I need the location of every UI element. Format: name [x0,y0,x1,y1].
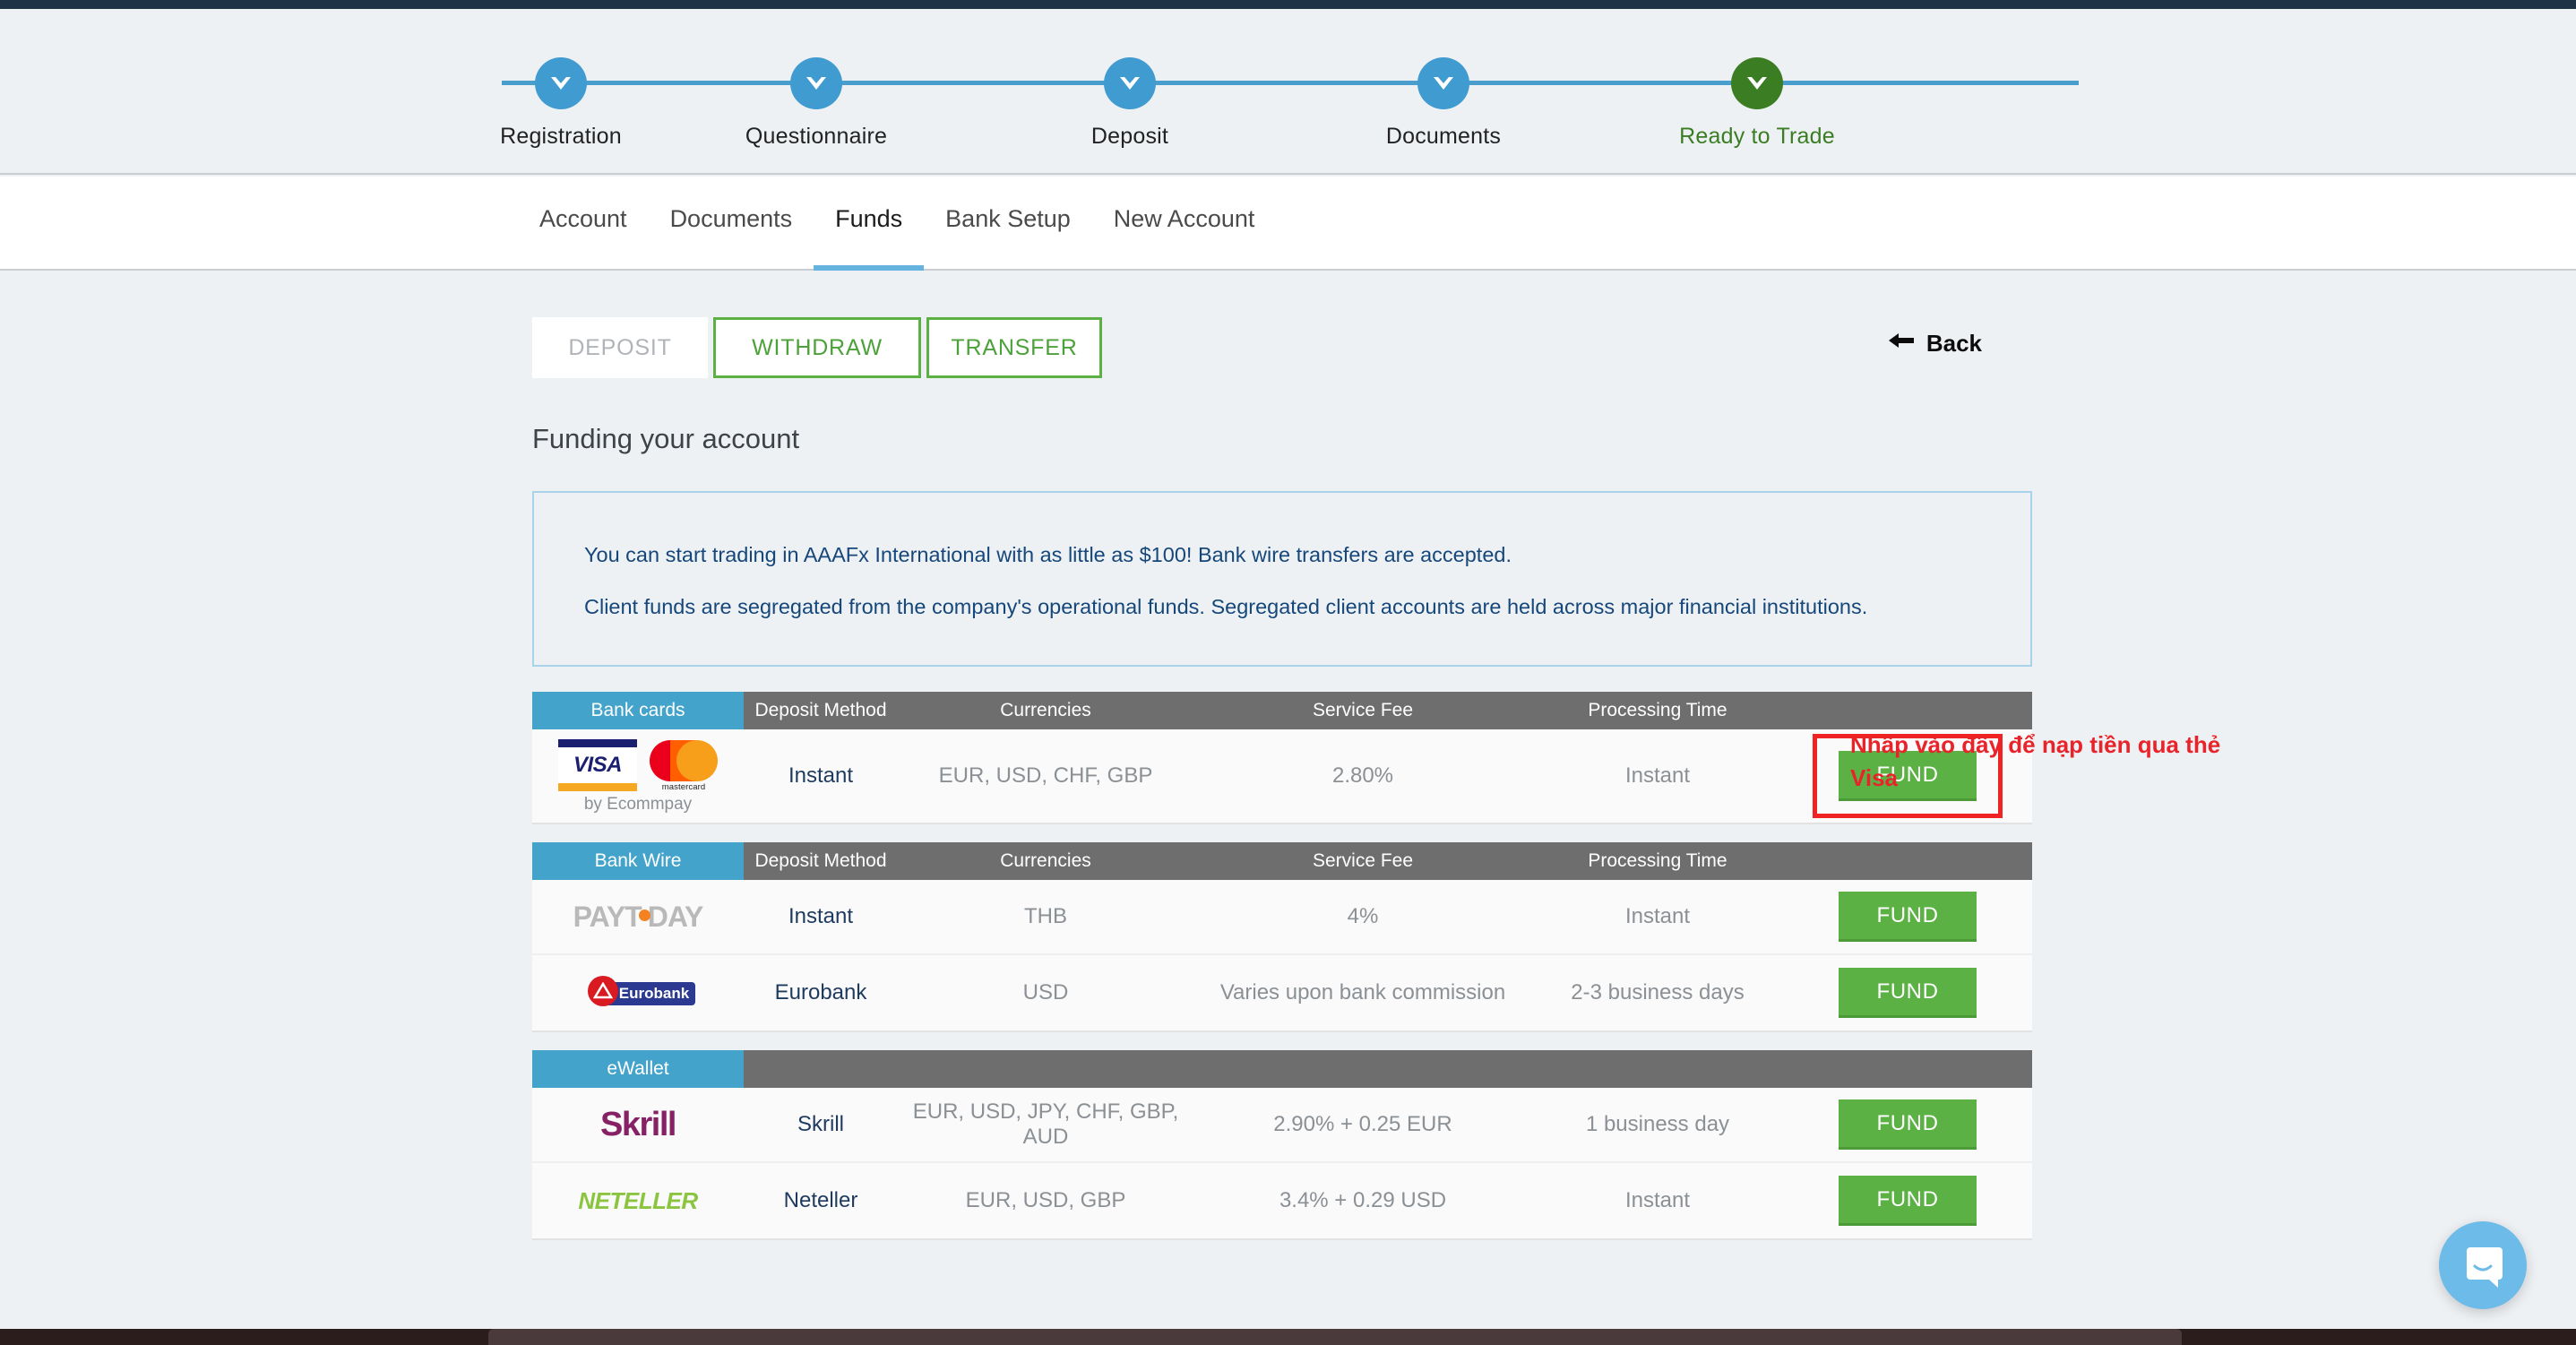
check-icon [790,57,842,109]
stepper-step-label: Questionnaire [745,124,888,149]
stepper-step-ready-to-trade[interactable]: Ready to Trade [1676,57,1838,150]
cell-deposit-method: Eurobank [774,980,867,1004]
info-line: You can start trading in AAAFx Internati… [584,543,1512,566]
visa-mastercard-ecommpay-logo: VISA mastercard by Ecommpay [532,732,744,820]
cell-service-fee: 3.4% + 0.29 USD [1279,1188,1447,1212]
cell-processing-time: Instant [1624,1188,1691,1212]
transfer-tab-button[interactable]: TRANSFER [926,317,1102,378]
stepper-step-questionnaire[interactable]: Questionnaire [736,57,897,150]
fund-button-skrill[interactable]: FUND [1839,1099,1977,1150]
funds-mode-segmented-control: DEPOSIT WITHDRAW TRANSFER [532,317,2032,378]
cell-deposit-method: Skrill [797,1112,844,1136]
fund-button-paytoday[interactable]: FUND [1839,892,1977,942]
back-button-label: Back [1926,330,1982,357]
check-icon [1731,57,1783,109]
eurobank-logo: Eurobank [532,974,744,1012]
chat-launcher-button[interactable] [2439,1221,2527,1309]
payment-table-bank-cards: Bank cards Deposit Method Currencies Ser… [532,692,2032,824]
page-title: Funding your account [532,423,800,454]
tab-bank-setup[interactable]: Bank Setup [924,177,1092,271]
payment-table-bank-wire: Bank Wire Deposit Method Currencies Serv… [532,842,2032,1032]
fund-button-eurobank[interactable]: FUND [1839,968,1977,1018]
table-category-label: Bank Wire [532,842,744,880]
stepper-step-label: Registration [500,124,622,149]
paytoday-wordmark: PAYT DAY [573,900,704,933]
column-header-deposit-method: Deposit Method [754,700,887,720]
cell-service-fee: 2.80% [1331,763,1394,788]
neteller-wordmark: NETELLER [578,1186,698,1214]
cell-service-fee: Varies upon bank commission [1219,980,1506,1004]
back-button[interactable]: Back [1887,330,1982,358]
table-row: VISA mastercard by Ecommpay Instant EUR,… [532,729,2032,823]
table-category-label: Bank cards [532,692,744,729]
table-header-row: Bank Wire Deposit Method Currencies Serv… [532,842,2032,880]
tab-new-account[interactable]: New Account [1092,177,1277,271]
cell-currencies: EUR, USD, CHF, GBP [938,763,1153,788]
column-header-deposit-method: Deposit Method [754,850,887,871]
cell-processing-time: 2-3 business days [1571,980,1745,1004]
table-row: NETELLER Neteller EUR, USD, GBP 3.4% + 0… [532,1163,2032,1238]
stepper-step-label: Ready to Trade [1679,124,1835,149]
chat-bubble-icon [2467,1247,2503,1288]
stepper-step-deposit[interactable]: Deposit [1049,57,1210,150]
column-header-currencies: Currencies [1000,700,1091,720]
cell-currencies: USD [1022,980,1069,1004]
column-header-processing-time: Processing Time [1588,700,1727,720]
section-tabs: Account Documents Funds Bank Setup New A… [0,177,2576,271]
visa-icon: VISA [558,739,637,791]
tab-account[interactable]: Account [518,177,649,271]
cell-currencies: EUR, USD, JPY, CHF, GBP, AUD [912,1099,1179,1149]
fund-button-neteller[interactable]: FUND [1839,1176,1977,1226]
stepper-step-label: Deposit [1090,124,1169,149]
neteller-logo: NETELLER [532,1187,744,1215]
skrill-logo: Skrill [532,1106,744,1144]
table-row: Eurobank Eurobank USD Varies upon bank c… [532,955,2032,1030]
check-icon [1417,57,1469,109]
column-header-service-fee: Service Fee [1312,700,1414,720]
eurobank-mark-icon [588,976,618,1006]
stepper-step-registration[interactable]: Registration [480,57,642,150]
cell-service-fee: 2.90% + 0.25 EUR [1273,1112,1452,1136]
table-row: Skrill Skrill EUR, USD, JPY, CHF, GBP, A… [532,1088,2032,1163]
table-category-label: eWallet [532,1050,744,1088]
withdraw-tab-button[interactable]: WITHDRAW [713,317,921,378]
cell-currencies: THB [1024,904,1067,928]
stepper-step-documents[interactable]: Documents [1363,57,1524,150]
paytoday-logo: PAYT DAY [532,901,744,934]
onboarding-stepper: Registration Questionnaire Deposit Docum… [0,9,2576,175]
table-row: PAYT DAY Instant THB 4% Instant FUND [532,880,2032,955]
cell-deposit-method: Instant [788,904,854,928]
browser-top-strip [0,0,2576,9]
stepper-step-label: Documents [1385,124,1502,149]
cell-processing-time: Instant [1624,763,1691,788]
annotation-note: Nhấp vào đây để nạp tiền qua thẻ Visa [1850,731,2221,791]
browser-bottom-strip [0,1329,2576,1345]
tab-funds[interactable]: Funds [814,177,925,271]
info-line: Client funds are segregated from the com… [584,595,1868,618]
deposit-tab-button[interactable]: DEPOSIT [532,317,708,378]
column-header-service-fee: Service Fee [1312,850,1414,871]
cell-service-fee: 4% [1347,904,1379,928]
funds-content: DEPOSIT WITHDRAW TRANSFER Back Funding y… [0,272,2576,1330]
arrow-left-icon [1887,330,1916,358]
cell-currencies: EUR, USD, GBP [965,1188,1126,1212]
logo-caption: by Ecommpay [583,795,693,814]
cell-processing-time: 1 business day [1585,1112,1730,1136]
cell-deposit-method: Instant [788,763,854,788]
cell-processing-time: Instant [1624,904,1691,928]
tab-documents[interactable]: Documents [649,177,814,271]
column-header-currencies: Currencies [1000,850,1091,871]
check-icon [535,57,587,109]
cell-deposit-method: Neteller [783,1188,858,1212]
mastercard-icon: mastercard [650,740,718,792]
table-header-row: Bank cards Deposit Method Currencies Ser… [532,692,2032,729]
column-header-processing-time: Processing Time [1588,850,1727,871]
table-header-row: eWallet [532,1050,2032,1088]
skrill-wordmark: Skrill [600,1105,676,1143]
check-icon [1104,57,1156,109]
funding-info-box: You can start trading in AAAFx Internati… [532,491,2032,667]
page-root: Registration Questionnaire Deposit Docum… [0,0,2576,1345]
payment-table-ewallet: eWallet Skrill Skrill EUR, USD, JPY, CHF… [532,1050,2032,1240]
